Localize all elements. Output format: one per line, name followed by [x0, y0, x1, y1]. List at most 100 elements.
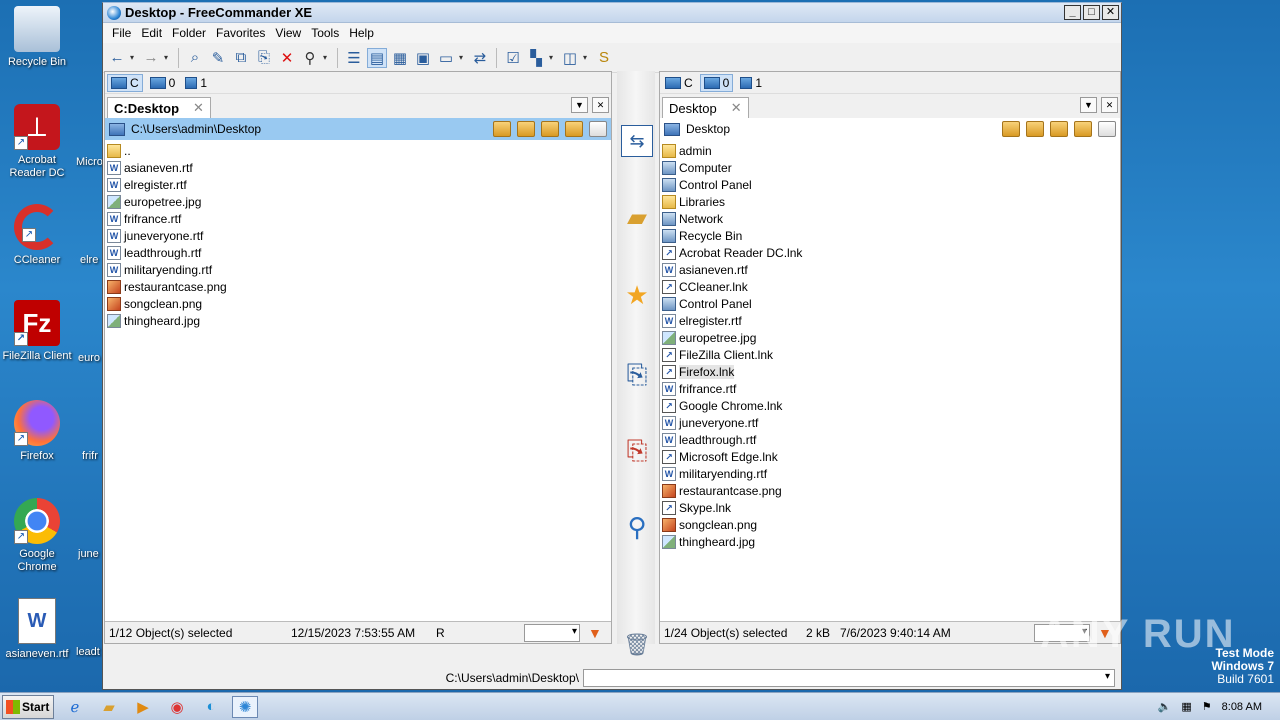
close-panel-icon[interactable]: ✕ — [592, 97, 609, 113]
binoculars-icon[interactable]: ⚲ — [300, 48, 320, 68]
right-path-bar[interactable]: Desktop — [660, 118, 1120, 140]
details-view-icon[interactable]: ▤ — [367, 47, 387, 68]
left-filter-combo[interactable] — [524, 623, 580, 642]
desktop-partial-label[interactable]: frifr — [82, 450, 102, 462]
file-row[interactable]: admin — [660, 142, 1120, 159]
root-folder-icon[interactable] — [565, 121, 583, 137]
back-icon[interactable]: ← — [107, 48, 127, 68]
delete-icon[interactable]: ✕ — [277, 48, 297, 68]
script-icon[interactable]: S — [594, 48, 614, 68]
file-row[interactable]: Wleadthrough.rtf — [105, 244, 611, 261]
back-dropdown-icon[interactable]: ▾ — [130, 53, 138, 62]
file-row[interactable]: europetree.jpg — [105, 193, 611, 210]
close-tab-icon[interactable]: ✕ — [193, 100, 204, 116]
maximize-button[interactable]: □ — [1083, 5, 1100, 20]
left-path-bar[interactable]: C:\Users\admin\Desktop — [105, 118, 611, 140]
file-row[interactable]: songclean.png — [660, 516, 1120, 533]
filter-icon[interactable]: ▼ — [588, 625, 604, 641]
file-row[interactable]: thingheard.jpg — [105, 312, 611, 329]
menu-folder[interactable]: Folder — [167, 26, 211, 40]
parent-folder-icon[interactable] — [541, 121, 559, 137]
freecommander-taskbar-icon[interactable]: ✺ — [232, 695, 258, 718]
file-row[interactable]: Wfrifrance.rtf — [660, 380, 1120, 397]
file-row[interactable]: ↗ Microsoft Edge.lnk — [660, 448, 1120, 465]
file-row[interactable]: ↗ Skype.lnk — [660, 499, 1120, 516]
desktop-icon-recycle-bin[interactable]: Recycle Bin — [0, 6, 74, 69]
desktop-icon-acrobat[interactable]: ⟂ ↗ Acrobat Reader DC — [0, 104, 74, 180]
edge-taskbar-icon[interactable]: ◐ — [198, 696, 224, 718]
tree-view-icon[interactable]: ☰ — [344, 48, 364, 68]
copy-to-other-icon[interactable]: ⎘ — [621, 359, 653, 391]
file-row[interactable]: ↗ FileZilla Client.lnk — [660, 346, 1120, 363]
move-icon[interactable]: ⎘ — [254, 48, 274, 68]
desktop-partial-label[interactable]: june — [78, 548, 102, 560]
drive-1-button[interactable]: 1 — [182, 74, 210, 92]
grid-dropdown-icon[interactable]: ▾ — [549, 53, 557, 62]
desktop-partial-label[interactable]: Micro — [76, 156, 102, 168]
tab-desktop[interactable]: Desktop ✕ — [662, 97, 749, 118]
file-row[interactable]: ↗ CCleaner.lnk — [660, 278, 1120, 295]
copy-icon[interactable]: ⧉ — [231, 48, 251, 68]
swap-panels-icon[interactable]: ⇆ — [621, 125, 653, 157]
root-folder-icon[interactable] — [1074, 121, 1092, 137]
copy-path-icon[interactable] — [589, 121, 607, 137]
file-row[interactable]: Wleadthrough.rtf — [660, 431, 1120, 448]
history-icon[interactable] — [1002, 121, 1020, 137]
desktop-partial-label[interactable]: euro — [78, 352, 102, 364]
trash-icon[interactable]: 🗑 — [621, 629, 653, 661]
tab-dropdown-icon[interactable]: ▼ — [571, 97, 588, 113]
chrome-taskbar-icon[interactable]: ◉ — [164, 696, 190, 718]
desktop-icon-chrome[interactable]: ↗ Google Chrome — [0, 498, 74, 574]
forward-icon[interactable]: → — [141, 48, 161, 68]
file-row[interactable]: ↗ Acrobat Reader DC.lnk — [660, 244, 1120, 261]
file-row[interactable]: .. — [105, 142, 611, 159]
window-icon[interactable]: ◫ — [560, 48, 580, 68]
favorites-star-icon[interactable]: ★ — [621, 279, 653, 311]
file-row[interactable]: Wjuneveryone.rtf — [105, 227, 611, 244]
checklist-icon[interactable]: ☑ — [503, 48, 523, 68]
file-row[interactable]: Control Panel — [660, 295, 1120, 312]
file-row[interactable]: Control Panel — [660, 176, 1120, 193]
window-dropdown-icon[interactable]: ▾ — [583, 53, 591, 62]
favorites-folder-icon[interactable] — [517, 121, 535, 137]
internet-explorer-icon[interactable]: ℯ — [62, 696, 88, 718]
network-tray-icon[interactable]: ▦ — [1181, 700, 1191, 713]
minimize-button[interactable]: _ — [1064, 5, 1081, 20]
search-files-icon[interactable]: ⚲ — [621, 511, 653, 543]
file-row[interactable]: Recycle Bin — [660, 227, 1120, 244]
move-to-other-icon[interactable]: ⎘ — [621, 435, 653, 467]
media-player-icon[interactable]: ▶ — [130, 696, 156, 718]
file-row[interactable]: Libraries — [660, 193, 1120, 210]
file-row[interactable]: ↗ Firefox.lnk — [660, 363, 1120, 380]
close-button[interactable]: ✕ — [1102, 5, 1119, 20]
menu-file[interactable]: File — [107, 26, 136, 40]
thumbnail-view-icon[interactable]: ▣ — [413, 48, 433, 68]
explorer-folder-icon[interactable]: ▰ — [96, 696, 122, 718]
sync-icon[interactable]: ⇄ — [470, 48, 490, 68]
favorites-folder-icon[interactable] — [1026, 121, 1044, 137]
drive-c-button[interactable]: C — [662, 74, 696, 92]
file-row[interactable]: restaurantcase.png — [660, 482, 1120, 499]
start-button[interactable]: Start — [2, 694, 54, 719]
file-row[interactable]: restaurantcase.png — [105, 278, 611, 295]
folder-compare-icon[interactable]: ▰ — [621, 201, 653, 233]
file-row[interactable]: Welregister.rtf — [105, 176, 611, 193]
file-row[interactable]: songclean.png — [105, 295, 611, 312]
drive-c-button[interactable]: C — [107, 73, 143, 92]
menu-edit[interactable]: Edit — [136, 26, 167, 40]
file-row[interactable]: thingheard.jpg — [660, 533, 1120, 550]
list-view-icon[interactable]: ▦ — [390, 48, 410, 68]
drive-0-button[interactable]: 0 — [699, 73, 734, 92]
desktop-partial-label[interactable]: leadt — [76, 646, 102, 658]
desktop-icon-asianeven[interactable]: W asianeven.rtf — [0, 598, 74, 661]
menu-help[interactable]: Help — [344, 26, 379, 40]
desktop-icon-firefox[interactable]: ↗ Firefox — [0, 400, 74, 463]
volume-icon[interactable]: 🔈 — [1158, 700, 1172, 713]
file-row[interactable]: Network — [660, 210, 1120, 227]
file-row[interactable]: Wmilitaryending.rtf — [660, 465, 1120, 482]
file-row[interactable]: Wjuneveryone.rtf — [660, 414, 1120, 431]
file-row[interactable]: Wasianeven.rtf — [105, 159, 611, 176]
drive-1-button[interactable]: 1 — [737, 74, 765, 92]
action-center-icon[interactable]: ⚑ — [1202, 700, 1212, 713]
grid-icon[interactable]: ▚ — [526, 48, 546, 68]
